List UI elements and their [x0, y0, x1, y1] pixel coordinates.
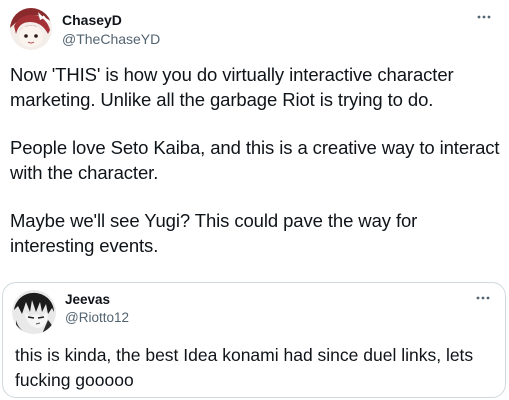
- quoted-tweet-text: this is kinda, the best Idea konami had …: [15, 345, 474, 390]
- author-avatar[interactable]: [10, 8, 52, 50]
- more-options-icon: [476, 296, 490, 300]
- author-name[interactable]: ChaseyD: [62, 12, 122, 28]
- author-handle[interactable]: @TheChaseYD: [62, 31, 160, 47]
- quoted-author-name[interactable]: Jeevas: [65, 292, 110, 308]
- tweet-paragraph: People love Seto Kaiba, and this is a cr…: [10, 137, 500, 183]
- more-options-button[interactable]: [475, 8, 493, 26]
- quoted-author-avatar[interactable]: [12, 290, 56, 334]
- more-options-icon: [477, 15, 491, 19]
- anime-girl-avatar-icon: [10, 8, 52, 50]
- main-tweet: ChaseyD @TheChaseYD Now 'THIS' is how yo…: [0, 0, 509, 280]
- tweet-text: Now 'THIS' is how you do virtually inter…: [10, 62, 500, 281]
- tweet-paragraph: Maybe we'll see Yugi? This could pave th…: [10, 210, 418, 256]
- tweet-paragraph: Now 'THIS' is how you do virtually inter…: [10, 64, 454, 110]
- quoted-more-options-button[interactable]: [474, 289, 492, 307]
- quoted-author-handle[interactable]: @Riotto12: [65, 310, 129, 326]
- quoted-tweet[interactable]: Jeevas @Riotto12 this is kinda, the best…: [2, 282, 506, 398]
- manga-character-avatar-icon: [12, 290, 56, 334]
